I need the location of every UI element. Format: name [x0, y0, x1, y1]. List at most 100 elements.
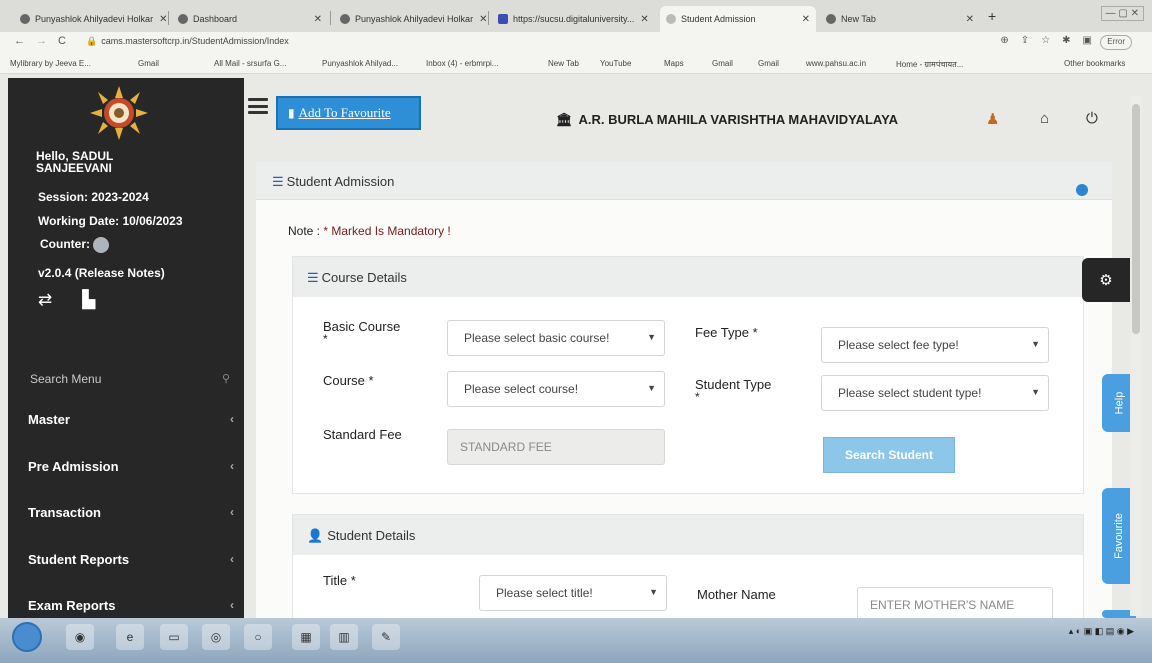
bookmark-item[interactable]: Inbox (4) - erbmrpi...	[426, 59, 498, 68]
bookmark-icon: ▮	[288, 105, 295, 120]
settings-gear-button[interactable]: ⚙	[1082, 258, 1130, 302]
folder-icon[interactable]: ▭	[160, 624, 188, 650]
search-student-button[interactable]: Search Student	[823, 437, 955, 473]
share-icon[interactable]: ⇪	[1021, 35, 1029, 46]
title-select[interactable]: Please select title! ▼	[479, 575, 667, 611]
bookmark-item[interactable]: All Mail - srsurfa G...	[214, 59, 286, 68]
sidepanel-icon[interactable]: ▣	[1083, 35, 1092, 46]
search-menu-input[interactable]: Search Menu ⚲	[8, 366, 244, 392]
close-icon[interactable]: ✕	[308, 14, 322, 25]
basic-course-select[interactable]: Please select basic course! ▼	[447, 320, 665, 356]
close-icon[interactable]: ✕	[796, 14, 810, 25]
menu-item-master[interactable]: Master ‹	[8, 398, 244, 440]
title-value: Please select title!	[496, 586, 593, 600]
close-icon[interactable]: ✕	[473, 14, 486, 25]
scrollbar-thumb[interactable]	[1132, 104, 1140, 334]
star-icon[interactable]: ☆	[1041, 35, 1050, 46]
media-player-icon[interactable]: ◉	[66, 624, 94, 650]
close-icon[interactable]: ✕	[634, 14, 648, 25]
system-tray[interactable]: ▴ ◐ ▣ ◧ ▤ ◉ ▶	[1069, 626, 1134, 636]
menu-item-pre-admission[interactable]: Pre Admission ‹	[8, 445, 244, 487]
student-admission-panel: ☰ Student Admission Note : * Marked Is Ma…	[256, 162, 1112, 624]
course-details-header: ☰ Course Details	[293, 257, 1083, 297]
app-icon[interactable]: ○	[244, 624, 272, 650]
close-icon[interactable]: ✕	[960, 14, 974, 25]
fee-type-value: Please select fee type!	[838, 338, 959, 352]
chevron-down-icon: ▼	[1028, 387, 1040, 397]
url-text: cams.mastersoftcrp.in/StudentAdmission/I…	[101, 36, 289, 46]
tab-title: Dashboard	[193, 14, 238, 24]
standard-fee-field[interactable]: STANDARD FEE	[447, 429, 665, 465]
extensions-icon[interactable]: ✱	[1062, 35, 1070, 46]
tab-title: https://sucsu.digitaluniversity...	[513, 14, 635, 24]
counter-label: Counter:	[40, 237, 90, 252]
chevron-left-icon: ‹	[230, 552, 234, 566]
bookmark-item[interactable]: Maps	[664, 59, 684, 68]
college-name: 🏛 A.R. BURLA MAHILA VARISHTHA MAHAVIDYALA…	[556, 112, 898, 128]
power-icon[interactable]: ⏻	[1086, 110, 1098, 127]
internet-explorer-icon[interactable]: e	[116, 624, 144, 650]
course-value: Please select course!	[464, 382, 579, 396]
note-text: * Marked Is Mandatory !	[323, 224, 451, 238]
college-name-text: A.R. BURLA MAHILA VARISHTHA MAHAVIDYALAY…	[578, 112, 898, 127]
chevron-down-icon: ▼	[646, 587, 658, 597]
menu-item-label: Transaction	[28, 504, 101, 520]
bookmark-item[interactable]: Gmail	[758, 59, 779, 68]
course-select[interactable]: Please select course! ▼	[447, 371, 665, 407]
bookmark-item[interactable]: New Tab	[548, 59, 579, 68]
hamburger-menu-icon[interactable]	[248, 98, 268, 114]
url-field[interactable]: 🔒 cams.mastersoftcrp.in/StudentAdmission/…	[86, 36, 289, 47]
window-controls[interactable]: — ▢ ✕	[1100, 6, 1144, 21]
page-scrollbar[interactable]	[1130, 96, 1142, 616]
document-icon[interactable]: ▙	[82, 290, 95, 310]
browser-tab-active[interactable]: Student Admission ✕	[660, 6, 816, 32]
bookmark-item[interactable]: YouTube	[600, 59, 631, 68]
bookmark-item[interactable]: Other bookmarks	[1064, 59, 1125, 68]
bookmark-item[interactable]: Home - ग्रामपंचायत...	[896, 59, 963, 70]
counter-row: Counter:	[40, 237, 109, 253]
browser-tab[interactable]: https://sucsu.digitaluniversity... ✕	[492, 6, 654, 32]
new-tab-button[interactable]: +	[988, 8, 996, 24]
zoom-icon[interactable]: ⊕	[1000, 35, 1008, 46]
profile-button[interactable]: Error	[1100, 35, 1132, 50]
bookmark-item[interactable]: Gmail	[712, 59, 733, 68]
bookmark-item[interactable]: www.pahsu.ac.in	[806, 59, 866, 68]
close-icon[interactable]: ✕	[153, 14, 166, 25]
globe-icon	[340, 14, 350, 24]
browser-tab[interactable]: Dashboard ✕	[172, 6, 328, 32]
start-button[interactable]	[12, 622, 42, 652]
notification-bell-icon[interactable]: ♟	[986, 110, 999, 128]
forward-icon[interactable]: →	[36, 35, 47, 47]
browser-tab[interactable]: Punyashlok Ahilyadevi Holkar ✕	[14, 6, 166, 32]
menu-item-transaction[interactable]: Transaction ‹	[8, 491, 244, 533]
bookmark-item[interactable]: Punyashlok Ahilyad...	[322, 59, 398, 68]
course-label: Course *	[323, 373, 374, 388]
bookmark-item[interactable]: Mylibrary by Jeeva E...	[10, 59, 91, 68]
sidebar-tools: ⇄ ▙	[38, 290, 95, 310]
bookmarks-bar: Mylibrary by Jeeva E... Gmail All Mail -…	[0, 54, 1152, 74]
tab-title: Punyashlok Ahilyadevi Holkar	[35, 14, 154, 24]
reload-icon[interactable]: C	[58, 35, 66, 47]
swap-icon[interactable]: ⇄	[38, 290, 52, 310]
student-details-header: 👤 Student Details	[293, 515, 1083, 555]
help-tab-label: Help	[1113, 391, 1125, 415]
ism-app-icon[interactable]: ▦	[292, 624, 320, 650]
fee-type-select[interactable]: Please select fee type! ▼	[821, 327, 1049, 363]
chrome-icon[interactable]: ◎	[202, 624, 230, 650]
basic-course-label: Basic Course *	[323, 319, 401, 346]
menu-item-exam-reports[interactable]: Exam Reports ‹	[8, 584, 244, 618]
chevron-down-icon: ▼	[644, 383, 656, 393]
home-icon[interactable]: ⌂	[1040, 110, 1049, 127]
paint-icon[interactable]: ✎	[372, 624, 400, 650]
browser-tab[interactable]: New Tab ✕	[820, 6, 980, 32]
browser-tab[interactable]: Punyashlok Ahilyadevi Holkar ✕	[334, 6, 486, 32]
student-type-select[interactable]: Please select student type! ▼	[821, 375, 1049, 411]
release-notes-link[interactable]: v2.0.4 (Release Notes)	[38, 266, 165, 280]
bookmark-item[interactable]: Gmail	[138, 59, 159, 68]
back-icon[interactable]: ←	[14, 35, 25, 47]
spreadsheet-icon[interactable]: ▥	[330, 624, 358, 650]
collapse-icon[interactable]	[1076, 184, 1088, 196]
add-to-favourite-button[interactable]: ▮ Add To Favourite	[276, 96, 421, 130]
address-actions: ⊕ ⇪ ☆ ✱ ▣	[1000, 35, 1092, 46]
menu-item-student-reports[interactable]: Student Reports ‹	[8, 538, 244, 580]
